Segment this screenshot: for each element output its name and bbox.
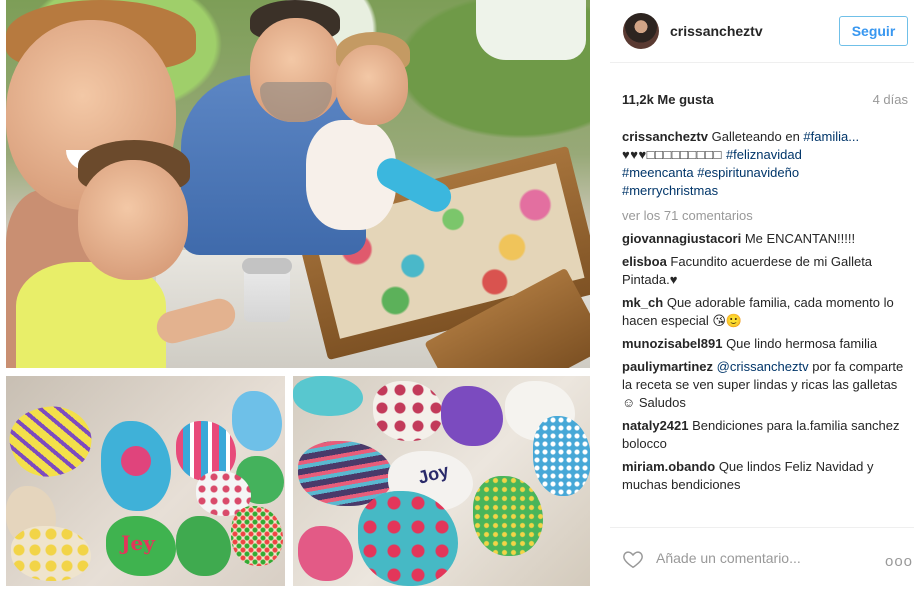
cookie-rainbow-sprinkle xyxy=(231,506,283,566)
sprinkle-jar-lid xyxy=(242,258,292,274)
comment-text: Que lindo hermosa familia xyxy=(726,336,878,351)
window-light xyxy=(476,0,586,60)
child-face xyxy=(78,160,188,280)
comment-mention[interactable]: @crissancheztv xyxy=(717,359,809,374)
comment-username[interactable]: mk_ch xyxy=(622,295,663,310)
hashtag-merrychristmas[interactable]: #merrychristmas xyxy=(622,183,718,198)
caption-line-3: #meencanta #espiritunavideño xyxy=(622,164,910,182)
comment-username[interactable]: nataly2421 xyxy=(622,418,689,433)
caption-line-4: #merrychristmas xyxy=(622,182,910,200)
baby-face xyxy=(336,45,408,125)
comment-text: Que adorable familia, cada momento lo ha… xyxy=(622,295,894,328)
comment-username[interactable]: pauliymartinez xyxy=(622,359,713,374)
comment-username[interactable]: miriam.obando xyxy=(622,459,715,474)
hashtag-feliznavidad[interactable]: #feliznavidad xyxy=(726,147,802,162)
post-photo-main[interactable] xyxy=(6,0,590,368)
caption-text: Galleteando en xyxy=(711,129,804,144)
cookie-green-sprinkle xyxy=(473,476,543,556)
cookie-jey-text: Jey xyxy=(121,531,155,555)
cookie-pink-bottom xyxy=(298,526,353,581)
comment-item: nataly2421 Bendiciones para la.familia s… xyxy=(622,417,910,453)
view-all-comments-link[interactable]: ver los 71 comentarios xyxy=(622,207,910,225)
comment-username[interactable]: giovannagiustacori xyxy=(622,231,741,246)
cookie-yellow-dots xyxy=(11,526,91,581)
comment-item: munozisabel891 Que lindo hermosa familia xyxy=(622,335,910,353)
caption-line-1: crissancheztv Galleteando en #familia... xyxy=(622,128,910,146)
comment-item: miriam.obando Que lindos Feliz Navidad y… xyxy=(622,458,910,494)
cookie-blue-dots xyxy=(533,416,590,496)
comment-text: Me ENCANTAN!!!!! xyxy=(744,231,856,246)
cookie-green-tree xyxy=(176,516,231,576)
likes-count[interactable]: 11,2k Me gusta xyxy=(622,92,714,107)
caption-hearts: ♥♥♥□□□□□□□□□ xyxy=(622,147,726,162)
more-options-icon[interactable]: ooo xyxy=(885,553,913,570)
cookie-tree-teal-top xyxy=(293,376,363,416)
header-username[interactable]: crissancheztv xyxy=(670,23,763,39)
follow-button[interactable]: Seguir xyxy=(839,16,908,46)
comment-username[interactable]: elisboa xyxy=(622,254,667,269)
comment-item: giovannagiustacori Me ENCANTAN!!!!! xyxy=(622,230,910,248)
comment-item: elisboa Facundito acuerdese de mi Gallet… xyxy=(622,253,910,289)
comment-item: mk_ch Que adorable familia, cada momento… xyxy=(622,294,910,330)
hashtag-familia[interactable]: #familia... xyxy=(803,129,859,144)
comment-username[interactable]: munozisabel891 xyxy=(622,336,722,351)
cookie-tree-purple xyxy=(441,386,503,446)
caption-username[interactable]: crissancheztv xyxy=(622,129,708,144)
hashtag-espiritunavideno[interactable]: #espiritunavideño xyxy=(697,165,799,180)
post-photo-cookies-right[interactable]: Joy xyxy=(293,376,590,586)
comment-item: pauliymartinez @crissancheztv por fa com… xyxy=(622,358,910,412)
hashtag-meencanta[interactable]: #meencanta xyxy=(622,165,694,180)
comments-section: crissancheztv Galleteando en #familia...… xyxy=(622,128,910,494)
cookie-gift-dots xyxy=(373,381,443,441)
heart-outline-icon[interactable] xyxy=(622,548,644,570)
cookie-blue-sprinkle xyxy=(232,391,282,451)
avatar[interactable] xyxy=(623,13,659,49)
caption-line-2: ♥♥♥□□□□□□□□□ #feliznavidad xyxy=(622,146,910,164)
post-photo-cookies-left[interactable]: Jey xyxy=(6,376,285,586)
add-comment-input[interactable]: Añade un comentario... xyxy=(656,550,801,566)
cookie-tree-blue-center xyxy=(121,446,151,476)
cookie-tree-yellow xyxy=(6,394,101,488)
post-time[interactable]: 4 días xyxy=(873,92,908,107)
